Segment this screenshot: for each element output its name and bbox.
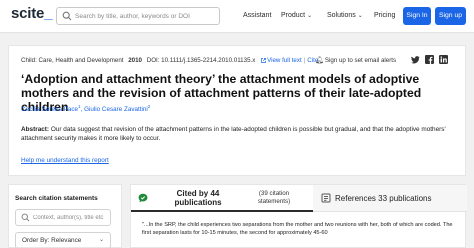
email-alert-label: Sign up to set email alerts [324, 57, 397, 64]
abstract-label: Abstract: [21, 126, 50, 133]
nav-assistant-label: Assistant [243, 12, 272, 19]
abstract: Abstract: Our data suggest that revision… [21, 125, 457, 143]
nav-product[interactable]: Product ⌄ [281, 12, 312, 19]
citation-search-input[interactable] [33, 212, 109, 223]
author-name: Cecilia Serena Pace [21, 106, 79, 114]
doi[interactable]: DOI: 10.1111/j.1365-2214.2010.01135.x [147, 57, 256, 64]
email-alert-toggle[interactable]: 🔔︎Sign up to set email alerts [315, 56, 396, 64]
logo-underscore: _ [44, 5, 53, 22]
view-full-text-label: View full text [267, 57, 302, 64]
tab-cited-by[interactable]: Cited by 44 publications (39 citation st… [131, 185, 313, 212]
nav-solutions-label: Solutions [327, 12, 356, 19]
references-label: References 33 publications [335, 194, 432, 203]
abstract-text: Our data suggest that revision of the at… [21, 126, 446, 142]
order-by-select[interactable]: Order By: Relevance ⌄ [15, 232, 111, 248]
author-link[interactable]: Giulio Cesare Zavattini2 [84, 104, 151, 114]
view-full-text-link[interactable]: View full text [261, 57, 302, 64]
article-meta: Child: Care, Health and Development 2010… [21, 57, 318, 64]
logo-text: scite [11, 5, 45, 22]
citation-statements-count: (39 citation statements) [257, 190, 291, 205]
author-affiliation: 1 [78, 104, 81, 109]
global-search-input[interactable] [75, 9, 215, 23]
meta-divider: | [303, 57, 306, 64]
cited-by-label: Cited by 44 publications [174, 189, 222, 207]
chevron-down-icon: ⌄ [357, 13, 363, 19]
nav-pricing-label: Pricing [374, 12, 396, 19]
twitter-icon[interactable] [411, 55, 420, 64]
article-card: Child: Care, Health and Development 2010… [8, 45, 466, 176]
external-link-icon [261, 57, 266, 63]
author-link[interactable]: Cecilia Serena Pace1 [21, 104, 81, 114]
sign-in-button[interactable]: Sign In [403, 7, 431, 25]
search-icon [21, 213, 30, 222]
top-navigation-bar: scite_ Assistant Product⌄ Solutions⌄ Pri… [0, 0, 474, 33]
speech-bubble-icon [138, 193, 148, 203]
linkedin-icon[interactable] [439, 55, 448, 64]
publication-year: 2010 [128, 57, 142, 64]
nav-solutions[interactable]: Solutions ⌄ [327, 12, 363, 19]
references-icon [321, 193, 331, 203]
citation-search-panel: Search citation statements Order By: Rel… [8, 184, 122, 248]
search-icon [62, 11, 72, 21]
chevron-down-icon: ⌄ [307, 13, 313, 19]
sign-up-button[interactable]: Sign up [435, 7, 466, 25]
author-list: Cecilia Serena Pace1, Giulio Cesare Zava… [21, 104, 151, 114]
nav-product-label: Product [281, 12, 306, 19]
author-name: Giulio Cesare Zavattini [84, 106, 148, 114]
chevron-down-icon: ⌄ [98, 237, 104, 243]
nav-pricing[interactable]: Pricing [374, 12, 395, 19]
order-by-label: Order By: Relevance [22, 237, 82, 244]
author-affiliation: 2 [147, 104, 151, 109]
scite-logo[interactable]: scite_ [11, 5, 53, 22]
citation-search-title: Search citation statements [15, 195, 98, 202]
citations-panel: Cited by 44 publications (39 citation st… [130, 184, 467, 248]
help-me-understand-link[interactable]: Help me understand this report [21, 157, 109, 164]
citation-search-box[interactable] [15, 209, 111, 226]
global-search-box[interactable] [56, 7, 220, 25]
journal-name[interactable]: Child: Care, Health and Development [21, 57, 124, 64]
facebook-icon[interactable] [425, 55, 434, 64]
bell-icon: 🔔︎ [315, 57, 324, 64]
nav-assistant[interactable]: Assistant [243, 12, 271, 19]
citation-snippet: "...In the SRP, the child experiences tw… [142, 222, 453, 236]
tab-references[interactable]: References 33 publications [313, 185, 467, 212]
